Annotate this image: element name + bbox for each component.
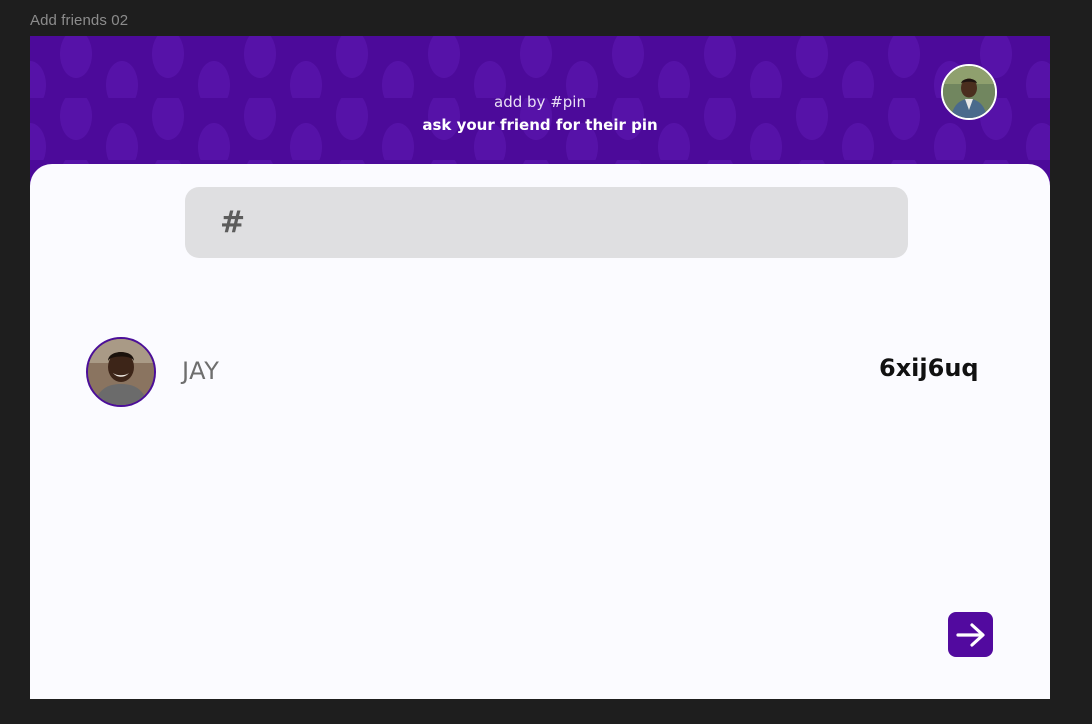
arrow-right-icon (955, 622, 985, 647)
profile-avatar[interactable] (941, 64, 997, 120)
pin-input[interactable] (255, 201, 879, 247)
friend-name: JAY (182, 357, 220, 385)
user-avatar-icon (943, 66, 995, 118)
next-button[interactable] (948, 612, 993, 657)
header-text: add by #pin ask your friend for their pi… (30, 92, 1050, 138)
add-friends-screen: add by #pin ask your friend for their pi… (30, 36, 1050, 699)
pin-search-field[interactable]: # (185, 187, 908, 258)
header-title: add by #pin (494, 93, 586, 111)
friend-pin: 6xij6uq (879, 354, 979, 382)
header-subtitle: ask your friend for their pin (422, 116, 658, 134)
content-card: # JAY 6xij6uq (30, 164, 1050, 699)
friend-avatar (86, 337, 156, 407)
frame-label: Add friends 02 (30, 12, 129, 29)
friend-result-row[interactable]: JAY 6xij6uq (86, 337, 979, 407)
pin-hash-prefix: # (220, 205, 246, 240)
friend-avatar-icon (88, 339, 154, 405)
